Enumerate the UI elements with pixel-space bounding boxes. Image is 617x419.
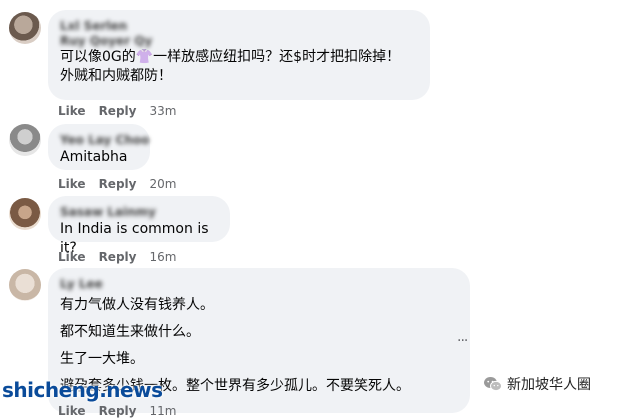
comment-text: 可以像0G的👚一样放感应纽扣吗？还$时才把扣除掉！ 外贼和内贼都防！ xyxy=(60,48,418,86)
reply-button[interactable]: Reply xyxy=(99,404,137,418)
wechat-logo-icon xyxy=(483,376,503,392)
like-button[interactable]: Like xyxy=(58,177,86,191)
like-button[interactable]: Like xyxy=(58,104,86,118)
comment-timestamp[interactable]: 16m xyxy=(149,250,176,264)
watermark-label: 新加坡华人圈 xyxy=(507,377,591,393)
comment-actions: Like Reply 33m xyxy=(58,103,189,119)
comment-author[interactable]: Yeo Lay Choo xyxy=(60,132,149,148)
comment-author[interactable]: Lxl Serlen xyxy=(60,18,170,34)
comment-line: 生了一大堆。 xyxy=(60,351,144,367)
comment-line: Amitabha xyxy=(60,149,128,165)
watermark-wechat: 新加坡华人圈 xyxy=(483,374,591,394)
avatar[interactable] xyxy=(9,12,41,44)
more-options-icon[interactable]: ··· xyxy=(457,333,468,349)
comment-bubble: Sasaw Lainmy In India is common is it? xyxy=(48,196,230,256)
avatar[interactable] xyxy=(9,198,41,230)
avatar[interactable] xyxy=(9,269,41,301)
reply-button[interactable]: Reply xyxy=(99,104,137,118)
comment-timestamp[interactable]: 11m xyxy=(149,404,176,418)
like-button[interactable]: Like xyxy=(58,250,86,264)
comment-actions: Like Reply 16m xyxy=(58,249,189,265)
author-blurred-part: Ruy Qoyer Qy xyxy=(60,34,153,48)
comment-author-continued: Ruy Qoyer Qy xyxy=(60,34,418,48)
comment-actions: Like Reply 11m xyxy=(58,403,189,419)
comment-author[interactable]: Ly Lee xyxy=(60,276,458,292)
like-button[interactable]: Like xyxy=(58,404,86,418)
comment-text: Amitabha xyxy=(60,148,138,167)
comment-author[interactable]: Sasaw Lainmy xyxy=(60,204,218,220)
watermark-shicheng: shicheng.news xyxy=(2,378,163,402)
comment-line: 外贼和内贼都防！ xyxy=(60,68,172,84)
comment-bubble: Yeo Lay Choo Amitabha xyxy=(48,124,150,170)
reply-button[interactable]: Reply xyxy=(99,250,137,264)
comment-bubble: Lxl Serlen Ruy Qoyer Qy 可以像0G的👚一样放感应纽扣吗？… xyxy=(48,10,430,100)
comment-line: 可以像0G的👚一样放感应纽扣吗？还$时才把扣除掉！ xyxy=(60,49,401,65)
comment-line: 有力气做人没有钱养人。 xyxy=(60,297,214,313)
reply-button[interactable]: Reply xyxy=(99,177,137,191)
comment-actions: Like Reply 20m xyxy=(58,176,189,192)
avatar[interactable] xyxy=(9,124,41,156)
comment-timestamp[interactable]: 20m xyxy=(149,177,176,191)
comment-timestamp[interactable]: 33m xyxy=(149,104,176,118)
comment-line: 都不知道生来做什么。 xyxy=(60,324,200,340)
